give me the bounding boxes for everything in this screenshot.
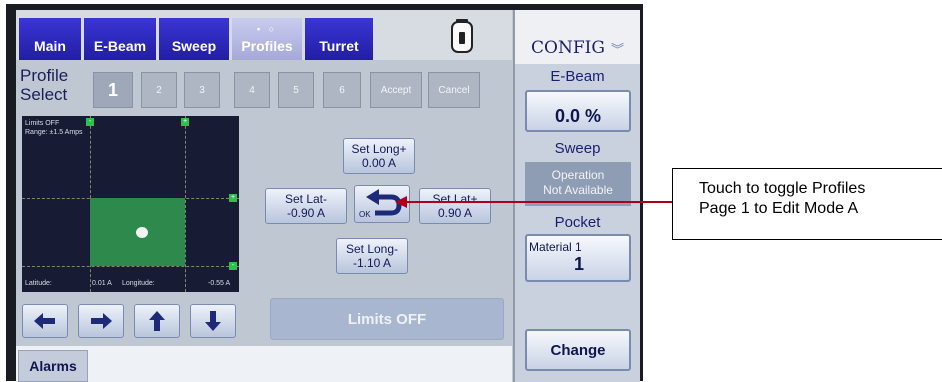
set-lat-plus-label: Set Lat+ [432,192,478,206]
profile-button-4[interactable]: 4 [234,72,270,108]
plot-limits-status: Limits OFF [25,120,60,127]
plus-icon[interactable]: + [229,194,237,202]
tab-main[interactable]: Main [19,18,81,60]
callout-leader-line [405,201,672,203]
page-indicator-dots: • ○ [256,24,278,34]
set-long-plus-value: 0.00 A [361,156,397,170]
alarms-tab[interactable]: Alarms [18,350,88,382]
profile-button-2[interactable]: 2 [141,72,177,108]
move-down-button[interactable] [190,304,236,338]
set-lat-minus-value: -0.90 A [286,206,326,220]
profile-select-label: Profile Select [20,66,68,104]
profile-label-line1: Profile [20,66,69,85]
bottom-bar [16,346,512,382]
annotation-callout: Touch to toggle Profiles Page 1 to Edit … [672,168,942,240]
chevron-down-icon: ︾ [610,43,624,58]
profile-button-3[interactable]: 3 [184,72,220,108]
callout-line2: Page 1 to Edit Mode A [699,200,859,217]
arrow-up-icon [149,311,165,331]
profile-button-1[interactable]: 1 [93,72,133,108]
plus-icon[interactable]: + [181,118,189,126]
tab-turret-label: Turret [319,38,359,54]
accept-button[interactable]: Accept [370,72,422,108]
tab-e-beam[interactable]: E-Beam [84,18,156,60]
longitude-value: -0.55 A [208,280,231,287]
ebeam-value: 0.0 % [554,105,602,126]
sweep-status-line1: Operation [551,168,605,182]
profile-label-line2: Select [20,85,68,104]
minus-icon[interactable]: - [86,118,94,126]
longitude-label: Longitude: [122,280,155,287]
set-long-plus-label: Set Long+ [351,142,407,156]
move-up-button[interactable] [134,304,180,338]
set-long-minus-value: -1.10 A [352,256,392,270]
beam-position-marker [136,227,148,238]
material-value: 1 [573,254,584,274]
change-button[interactable]: Change [525,329,631,371]
pocket-label: Pocket [554,214,601,231]
move-left-button[interactable] [22,304,68,338]
material-label: Material 1 [529,240,582,254]
device-frame: Main E-Beam Sweep • ○ Profiles Turret Pr… [6,4,643,382]
tab-profiles-label: Profiles [241,38,293,54]
latitude-value: 0.01 A [92,280,112,287]
tab-turret[interactable]: Turret [305,18,373,60]
ok-label: OK [359,210,371,219]
sweep-status: Operation Not Available [525,162,631,206]
callout-line1: Touch to toggle Profiles [699,180,866,197]
tab-sweep[interactable]: Sweep [159,18,229,60]
cancel-button[interactable]: Cancel [428,72,480,108]
plot-range: Range: ±1.5 Amps [25,129,83,136]
tab-main-label: Main [34,38,66,54]
tab-e-beam-label: E-Beam [93,38,147,54]
set-lat-minus-button[interactable]: Set Lat- -0.90 A [265,188,347,224]
ebeam-label: E-Beam [550,68,605,85]
set-lat-minus-label: Set Lat- [284,192,328,206]
sweep-status-line2: Not Available [543,183,613,197]
arrow-left-icon [34,313,55,329]
config-header[interactable]: CONFIG ︾ [515,10,640,64]
plot-grid-line [185,116,186,292]
battery-icon [451,19,473,53]
latitude-label: Latitude: [25,280,52,287]
pocket-material-box[interactable]: Material 1 1 [525,234,631,282]
profile-button-6[interactable]: 6 [323,72,361,108]
config-sidebar: CONFIG ︾ E-Beam 0.0 % Sweep Operation No… [513,10,640,382]
set-lat-plus-value: 0.90 A [437,206,473,220]
callout-arrowhead [395,196,407,208]
minus-icon[interactable]: - [229,262,237,270]
arrow-down-icon [205,311,221,331]
plot-grid-line [22,266,239,267]
touch-screen: Main E-Beam Sweep • ○ Profiles Turret Pr… [16,10,640,382]
config-title: CONFIG [531,38,605,58]
set-lat-plus-button[interactable]: Set Lat+ 0.90 A [419,188,491,224]
arrow-right-icon [91,313,112,329]
profile-button-5[interactable]: 5 [278,72,314,108]
set-long-minus-button[interactable]: Set Long- -1.10 A [336,238,408,274]
tab-bar: Main E-Beam Sweep • ○ Profiles Turret [16,10,512,60]
move-right-button[interactable] [78,304,124,338]
limits-toggle-button[interactable]: Limits OFF [270,298,504,340]
tab-sweep-label: Sweep [171,38,217,54]
ebeam-value-box[interactable]: 0.0 % [525,90,631,132]
set-long-minus-label: Set Long- [345,242,399,256]
tab-profiles[interactable]: • ○ Profiles [232,18,302,60]
beam-position-plot[interactable]: Limits OFF Range: ±1.5 Amps - + + - Lati… [22,116,239,292]
sweep-label: Sweep [554,140,601,157]
set-long-plus-button[interactable]: Set Long+ 0.00 A [343,138,415,174]
